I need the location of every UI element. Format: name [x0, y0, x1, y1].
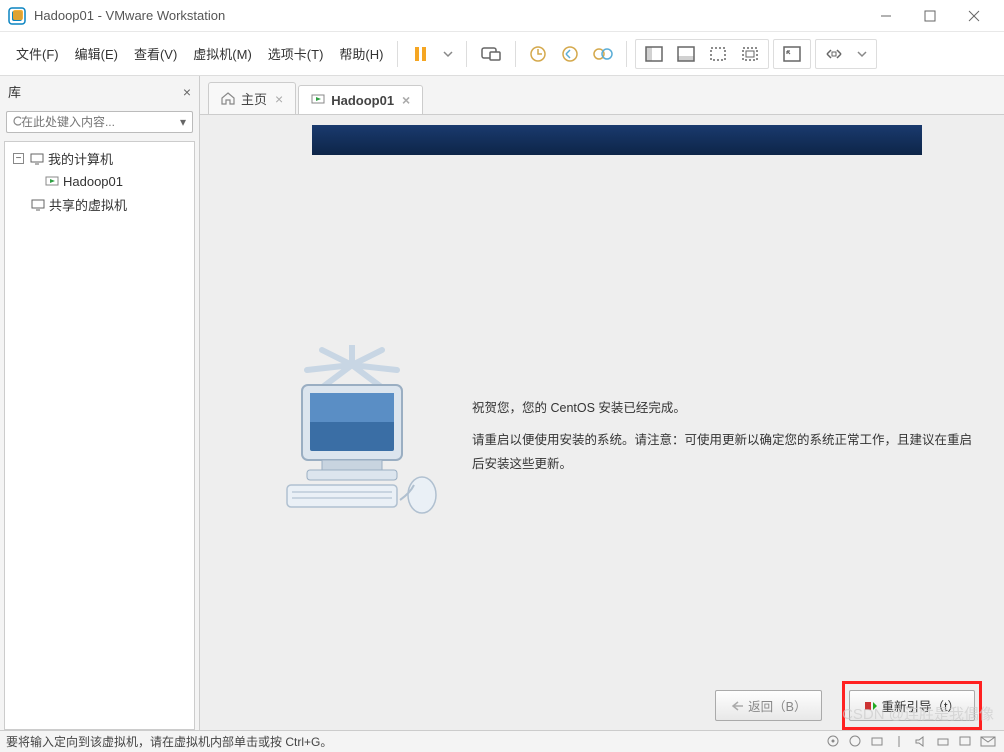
vm-running-icon: [311, 94, 325, 106]
revert-snapshot-button[interactable]: [555, 41, 585, 67]
tree-root-mycomputer[interactable]: − 我的计算机: [11, 146, 188, 171]
back-button: 返回（B）: [715, 690, 821, 721]
menu-tabs[interactable]: 选项卡(T): [260, 38, 332, 69]
tab-hadoop01[interactable]: Hadoop01 ×: [298, 85, 423, 114]
tree-collapse-icon[interactable]: −: [13, 153, 24, 164]
menu-file[interactable]: 文件(F): [8, 38, 67, 69]
view-fullscreen-button[interactable]: [735, 42, 765, 66]
install-message: 祝贺您，您的 CentOS 安装已经完成。 请重启以便使用安装的系统。请注意：可…: [472, 397, 972, 476]
tab-close-icon[interactable]: ×: [402, 92, 410, 108]
enter-fullscreen-button[interactable]: [777, 42, 807, 66]
sidebar: 库 × ▾ − 我的计算机 Hadoop01 共享的虚拟机: [0, 76, 200, 730]
installer-header-bar: [312, 125, 922, 155]
menubar: 文件(F) 编辑(E) 查看(V) 虚拟机(M) 选项卡(T) 帮助(H): [0, 32, 1004, 76]
button-label: 返回（B）: [748, 696, 806, 715]
search-icon: [13, 116, 21, 129]
home-icon: [221, 92, 235, 105]
tree-label: 我的计算机: [48, 149, 113, 168]
stretch-button[interactable]: [819, 42, 849, 66]
arrow-left-icon: [730, 700, 744, 712]
tree-shared-vms[interactable]: 共享的虚拟机: [11, 192, 188, 217]
maximize-button[interactable]: [908, 1, 952, 31]
tab-home[interactable]: 主页 ×: [208, 82, 296, 114]
search-dropdown-icon[interactable]: ▾: [180, 115, 186, 129]
pause-button[interactable]: [405, 41, 435, 67]
tabbar: 主页 × Hadoop01 ×: [200, 76, 1004, 115]
tree-vm-hadoop01[interactable]: Hadoop01: [11, 171, 188, 192]
close-button[interactable]: [952, 1, 996, 31]
monitor-icon: [30, 153, 44, 165]
vm-console-view[interactable]: 祝贺您，您的 CentOS 安装已经完成。 请重启以便使用安装的系统。请注意：可…: [200, 115, 1004, 730]
dropdown-icon[interactable]: [437, 41, 459, 67]
computer-illustration-icon: [252, 345, 452, 525]
congrats-text: 祝贺您，您的 CentOS 安装已经完成。: [472, 397, 972, 421]
sidebar-title: 库: [8, 82, 183, 101]
view-unity-button[interactable]: [703, 42, 733, 66]
watermark: CSDN @连胜是我偶像: [842, 703, 994, 724]
titlebar: Hadoop01 - VMware Workstation: [0, 0, 1004, 32]
menu-help[interactable]: 帮助(H): [331, 38, 391, 69]
view-console-button[interactable]: [639, 42, 669, 66]
menu-view[interactable]: 查看(V): [126, 38, 185, 69]
app-icon: [8, 7, 26, 25]
tab-label: 主页: [241, 89, 267, 108]
sidebar-search[interactable]: ▾: [6, 111, 193, 133]
view-thumbnails-button[interactable]: [671, 42, 701, 66]
menu-vm[interactable]: 虚拟机(M): [185, 38, 260, 69]
window-title: Hadoop01 - VMware Workstation: [34, 8, 225, 23]
reboot-instruction-text: 请重启以便使用安装的系统。请注意：可使用更新以确定您的系统正常工作，且建议在重启…: [472, 429, 972, 477]
search-input[interactable]: [21, 115, 176, 129]
vm-running-icon: [45, 176, 59, 188]
tree-label: 共享的虚拟机: [49, 195, 127, 214]
stretch-dropdown-icon[interactable]: [851, 42, 873, 66]
shared-icon: [31, 199, 45, 211]
tree-label: Hadoop01: [63, 174, 123, 189]
snapshot-manager-button[interactable]: [587, 41, 619, 67]
minimize-button[interactable]: [864, 1, 908, 31]
tab-close-icon[interactable]: ×: [275, 91, 283, 107]
send-ctrlaltdel-button[interactable]: [474, 41, 508, 67]
sidebar-close-button[interactable]: ×: [183, 84, 191, 100]
library-tree: − 我的计算机 Hadoop01 共享的虚拟机: [4, 141, 195, 730]
snapshot-button[interactable]: [523, 41, 553, 67]
tab-label: Hadoop01: [331, 93, 394, 108]
menu-edit[interactable]: 编辑(E): [67, 38, 126, 69]
